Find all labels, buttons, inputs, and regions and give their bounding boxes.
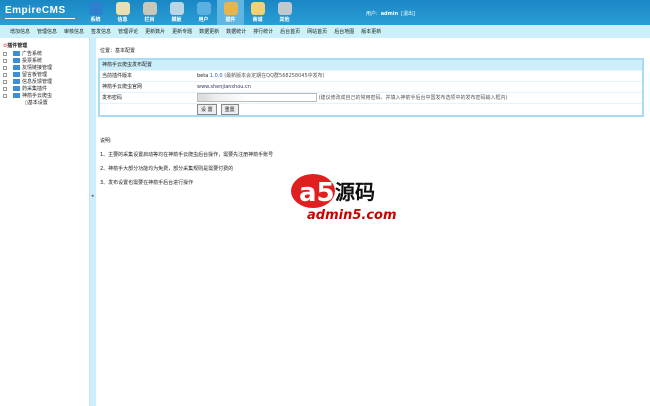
sidebar-tree: ✿插件管理 广告系统 投票系统 友情链接管理 留言板管理 信息反馈管理 药采集插件 神箭手云…: [0, 38, 90, 406]
folder-icon: [13, 86, 20, 91]
nav-icon: [142, 2, 157, 15]
expand-icon[interactable]: [3, 65, 7, 70]
top-nav-item[interactable]: 商城: [244, 0, 271, 25]
username: admin: [380, 11, 399, 17]
sub-nav-link[interactable]: 管理评论: [118, 28, 138, 35]
logo: EmpireCMS: [5, 5, 75, 19]
table-row: 发布密码 (建议修改成自己的常用密码，并填入神箭手后台中国发布选项中的发布密码输…: [99, 92, 643, 104]
note-item: 2、神箭手大部分功能均为免费，部分采集规则是需要付费的: [100, 166, 234, 172]
sub-nav-link[interactable]: 更新专题: [172, 28, 192, 35]
tree-item-basic-settings[interactable]: ▯基本设置: [3, 100, 86, 107]
sub-nav-link[interactable]: 后台首页: [280, 28, 300, 35]
svg-text:a5: a5: [299, 178, 335, 208]
password-input[interactable]: [197, 93, 317, 102]
table-row: 设 置重置: [99, 103, 643, 116]
reset-button[interactable]: 重置: [220, 103, 239, 115]
top-nav: 系统 信息 栏目 模板 用户 插件 商城 其他: [82, 0, 298, 25]
tree-root[interactable]: ✿插件管理: [3, 43, 86, 50]
expand-icon[interactable]: [3, 93, 7, 98]
submit-button[interactable]: 设 置: [197, 103, 217, 115]
top-nav-item[interactable]: 插件: [217, 0, 244, 25]
table-title: 神箭手云爬虫发布配置: [99, 59, 643, 71]
version-value: beta 1.0.0 (最新版本会定期在QQ群568258045中发布): [195, 70, 643, 82]
arrow-icon: ◂: [91, 193, 94, 199]
top-nav-item[interactable]: 系统: [82, 0, 109, 25]
notes-title: 说明:: [100, 138, 112, 144]
logout-link[interactable]: [退出]: [401, 11, 415, 17]
svg-text:admin5.com: admin5.com: [307, 208, 397, 223]
tree-item[interactable]: 留言板管理: [3, 72, 86, 79]
folder-icon: [13, 58, 20, 63]
tree-item[interactable]: 广告系统: [3, 51, 86, 58]
user-info: 用户: admin [退出]: [366, 10, 415, 17]
expand-icon[interactable]: [3, 72, 7, 77]
breadcrumb: 位置：基本配置: [100, 48, 136, 54]
folder-icon: [13, 72, 20, 77]
nav-icon: [115, 2, 130, 15]
watermark-logo: a5 源码 admin5.com: [291, 174, 397, 223]
row-label: 神箭手云爬虫官网: [99, 81, 195, 93]
top-nav-item[interactable]: 用户: [190, 0, 217, 25]
top-nav-item[interactable]: 信息: [109, 0, 136, 25]
nav-icon: [196, 2, 211, 15]
tree-item[interactable]: 神箭手云爬虫: [3, 93, 86, 100]
expand-icon[interactable]: [3, 51, 7, 56]
tree-item[interactable]: 药采集插件: [3, 86, 86, 93]
row-label: 当前插件版本: [99, 70, 195, 82]
config-table: 神箭手云爬虫发布配置 当前插件版本 beta 1.0.0 (最新版本会定期在QQ群…: [98, 58, 644, 117]
row-label: 发布密码: [99, 92, 195, 104]
sub-nav-link[interactable]: 网站首页: [307, 28, 327, 35]
sub-nav-link[interactable]: 更新数片: [145, 28, 165, 35]
nav-icon: [277, 2, 292, 15]
expand-icon[interactable]: [3, 58, 7, 63]
top-nav-item[interactable]: 栏目: [136, 0, 163, 25]
top-nav-item[interactable]: 其他: [271, 0, 298, 25]
top-nav-item[interactable]: 模板: [163, 0, 190, 25]
table-row: 当前插件版本 beta 1.0.0 (最新版本会定期在QQ群568258045中发…: [99, 70, 643, 82]
sub-nav-link[interactable]: 审核信息: [64, 28, 84, 35]
sub-nav-link[interactable]: 排行统计: [253, 28, 273, 35]
sidebar-toggle[interactable]: ◂: [90, 38, 96, 406]
nav-icon: [250, 2, 265, 15]
sub-nav-link[interactable]: 数据更新: [199, 28, 219, 35]
sub-nav-link[interactable]: 签发信息: [91, 28, 111, 35]
note-item: 3、发布设置也需要在神箭手后台进行操作: [100, 180, 194, 186]
tree-item[interactable]: 友情链接管理: [3, 65, 86, 72]
folder-icon: [13, 93, 20, 98]
sub-nav-link[interactable]: 增加信息: [10, 28, 30, 35]
sub-nav-link[interactable]: 后台地图: [334, 28, 354, 35]
notes: 说明: 1、主要的采集设置启动等均在神箭手云爬虫后台操作，需要先注册神箭手账号 …: [100, 134, 273, 190]
folder-icon: [13, 79, 20, 84]
logo-text: EmpireCMS: [5, 5, 66, 16]
sub-nav-link[interactable]: 数据统计: [226, 28, 246, 35]
expand-icon[interactable]: [3, 79, 7, 84]
user-label: 用户:: [366, 11, 378, 17]
tree-item[interactable]: 投票系统: [3, 58, 86, 65]
svg-text:源码: 源码: [335, 180, 375, 204]
sub-nav-link[interactable]: 版本更新: [361, 28, 381, 35]
header: EmpireCMS 系统 信息 栏目 模板 用户 插件 商城 其他 用户: admin [退出]: [0, 0, 650, 25]
website-link[interactable]: www.shenjianshou.cn: [197, 84, 251, 90]
expand-icon[interactable]: [3, 86, 7, 91]
folder-icon: [13, 51, 20, 56]
table-row: 神箭手云爬虫官网 www.shenjianshou.cn: [99, 81, 643, 93]
nav-icon: [223, 2, 238, 15]
sub-nav-link[interactable]: 管理信息: [37, 28, 57, 35]
note-item: 1、主要的采集设置启动等均在神箭手云爬虫后台操作，需要先注册神箭手账号: [100, 152, 274, 158]
password-note: (建议修改成自己的常用密码，并填入神箭手后台中国发布选项中的发布密码输入框内): [318, 95, 508, 101]
nav-icon: [169, 2, 184, 15]
nav-icon: [88, 2, 103, 15]
folder-icon: [13, 65, 20, 70]
sub-nav: 增加信息 管理信息 审核信息 签发信息 管理评论 更新数片 更新专题 数据更新 数据统计 排行统计…: [0, 25, 650, 38]
tree-item[interactable]: 信息反馈管理: [3, 79, 86, 86]
